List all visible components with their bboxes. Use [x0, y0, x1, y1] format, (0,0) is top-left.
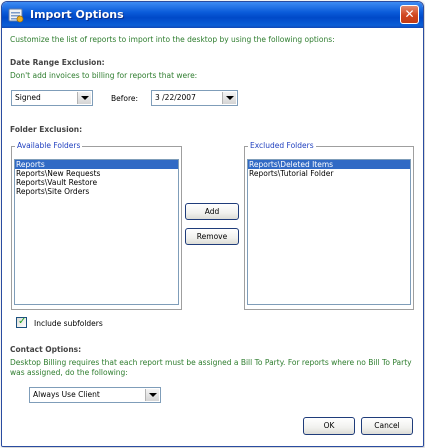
available-folders-list[interactable]: Reports Reports\New Requests Reports\Vau…	[14, 159, 179, 305]
chevron-down-icon[interactable]	[77, 92, 91, 104]
contact-description-line1: Desktop Billing requires that each repor…	[10, 358, 412, 367]
contact-options-heading: Contact Options:	[10, 345, 86, 354]
list-item[interactable]: Reports\Site Orders	[15, 187, 178, 196]
list-item[interactable]: Reports	[15, 160, 178, 169]
list-item[interactable]: Reports\New Requests	[15, 169, 178, 178]
excluded-folders-title: Excluded Folders	[248, 141, 316, 150]
intro-text: Customize the list of reports to import …	[10, 35, 335, 44]
options-icon	[8, 8, 24, 23]
before-label: Before:	[111, 94, 139, 103]
import-options-dialog: Import Options ✕ Customize the list of r…	[1, 1, 424, 447]
date-range-heading: Date Range Exclusion:	[10, 58, 109, 67]
include-subfolders-label: Include subfolders	[34, 319, 103, 328]
checkmark-icon: ✓	[18, 316, 27, 327]
excluded-folders-list[interactable]: Reports\Deleted Items Reports\Tutorial F…	[247, 159, 411, 305]
include-subfolders-checkbox[interactable]: ✓	[16, 316, 27, 328]
remove-button[interactable]: Remove	[185, 228, 239, 245]
close-button[interactable]: ✕	[400, 5, 419, 24]
list-item[interactable]: Reports\Deleted Items	[248, 160, 410, 169]
folder-exclusion-heading: Folder Exclusion:	[10, 125, 87, 134]
add-button[interactable]: Add	[185, 203, 239, 220]
title-bar[interactable]: Import Options ✕	[2, 2, 423, 28]
chevron-down-icon[interactable]	[145, 389, 159, 401]
dialog-body: Customize the list of reports to import …	[2, 28, 423, 446]
available-folders-title: Available Folders	[15, 141, 83, 150]
contact-option-value: Always Use Client	[33, 390, 100, 399]
contact-option-dropdown[interactable]: Always Use Client	[29, 387, 161, 403]
list-item[interactable]: Reports\Tutorial Folder	[248, 169, 410, 178]
status-value: Signed	[15, 93, 41, 102]
status-dropdown[interactable]: Signed	[11, 90, 93, 106]
ok-button[interactable]: OK	[303, 417, 355, 435]
date-range-description: Don't add invoices to billing for report…	[10, 71, 198, 80]
before-date-value: 3 /22/2007	[155, 93, 196, 102]
before-date-picker[interactable]: 3 /22/2007	[151, 90, 238, 106]
chevron-down-icon[interactable]	[222, 92, 236, 104]
list-item[interactable]: Reports\Vault Restore	[15, 178, 178, 187]
cancel-button[interactable]: Cancel	[361, 417, 413, 435]
window-title: Import Options	[30, 8, 124, 21]
contact-description-line2: was assigned, do the following:	[10, 368, 128, 377]
